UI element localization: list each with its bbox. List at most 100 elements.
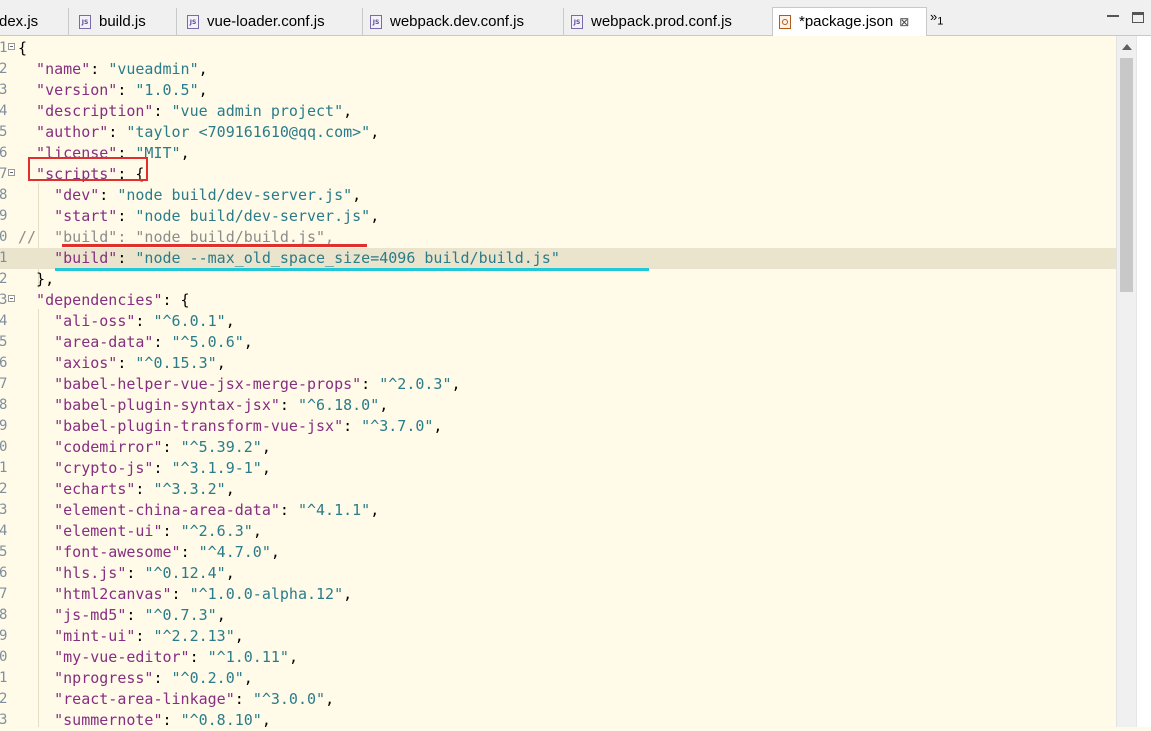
code-line[interactable]: 5 "font-awesome": "^4.7.0", bbox=[0, 542, 1116, 563]
code-text: { bbox=[18, 38, 27, 59]
tab-webpack-dev-conf-js[interactable]: webpack.dev.conf.js bbox=[362, 8, 563, 36]
code-line[interactable]: 3 "summernote": "^0.8.10", bbox=[0, 710, 1116, 731]
json-key: "start" bbox=[18, 207, 118, 225]
code-line[interactable]: 7 "scripts": { bbox=[0, 164, 1116, 185]
code-line[interactable]: 1{ bbox=[0, 38, 1116, 59]
code-line[interactable]: 2 "react-area-linkage": "^3.0.0", bbox=[0, 689, 1116, 710]
code-line[interactable]: 9 "babel-plugin-transform-vue-jsx": "^3.… bbox=[0, 416, 1116, 437]
tab-vue-loader-conf-js[interactable]: vue-loader.conf.js bbox=[176, 8, 362, 36]
line-number: 5 bbox=[0, 334, 8, 350]
json-key: "babel-helper-vue-jsx-merge-props" bbox=[18, 375, 362, 393]
punctuation: , bbox=[325, 690, 335, 708]
scroll-up-arrow-icon[interactable] bbox=[1122, 44, 1132, 50]
json-string: "^1.0.0-alpha.12" bbox=[189, 585, 344, 603]
tab-overflow-button[interactable]: »1 bbox=[930, 9, 943, 28]
punctuation: , bbox=[234, 627, 244, 645]
fold-toggle-icon[interactable] bbox=[8, 169, 15, 176]
vertical-scrollbar[interactable] bbox=[1116, 36, 1136, 727]
js-file-icon bbox=[79, 15, 91, 29]
tab-label: webpack.dev.conf.js bbox=[390, 13, 524, 30]
tab-webpack-prod-conf-js[interactable]: webpack.prod.conf.js bbox=[563, 8, 772, 36]
line-number: 5 bbox=[0, 124, 8, 140]
code-line[interactable]: 5 "author": "taylor <709161610@qq.com>", bbox=[0, 122, 1116, 143]
scrollbar-thumb[interactable] bbox=[1120, 58, 1133, 292]
code-editor[interactable]: 1{2 "name": "vueadmin", 3 "version": "1.0… bbox=[0, 36, 1116, 729]
editor-tab-bar: dex.js build.js vue-loader.conf.js webpa… bbox=[0, 0, 1151, 36]
code-line[interactable]: 1 "build": "node --max_old_space_size=40… bbox=[0, 248, 1116, 269]
code-line[interactable]: 7 "html2canvas": "^1.0.0-alpha.12", bbox=[0, 584, 1116, 605]
code-line[interactable]: 4 "element-ui": "^2.6.3", bbox=[0, 521, 1116, 542]
punctuation: : bbox=[135, 480, 154, 498]
line-number: 9 bbox=[0, 208, 8, 224]
line-number: 2 bbox=[0, 271, 8, 287]
json-key: "mint-ui" bbox=[18, 627, 136, 645]
json-key: "ali-oss" bbox=[18, 312, 136, 330]
code-line[interactable]: 9 "start": "node build/dev-server.js", bbox=[0, 206, 1116, 227]
json-string: "^0.12.4" bbox=[144, 564, 226, 582]
code-line[interactable]: 6 "hls.js": "^0.12.4", bbox=[0, 563, 1116, 584]
code-line[interactable]: 2 }, bbox=[0, 269, 1116, 290]
punctuation: : bbox=[171, 585, 190, 603]
maximize-button[interactable] bbox=[1132, 12, 1144, 23]
punctuation: : { bbox=[162, 291, 190, 309]
code-line[interactable]: 9 "mint-ui": "^2.2.13", bbox=[0, 626, 1116, 647]
code-line[interactable]: 8 "babel-plugin-syntax-jsx": "^6.18.0", bbox=[0, 395, 1116, 416]
json-key: "description" bbox=[18, 102, 154, 120]
code-text: "name": "vueadmin", bbox=[18, 59, 208, 80]
code-line[interactable]: 3 "dependencies": { bbox=[0, 290, 1116, 311]
line-number: 7 bbox=[0, 166, 8, 182]
code-line[interactable]: 8 "js-md5": "^0.7.3", bbox=[0, 605, 1116, 626]
tab-build-js[interactable]: build.js bbox=[68, 8, 176, 36]
punctuation: , bbox=[370, 501, 380, 519]
tab-label: *package.json bbox=[799, 13, 894, 30]
tab-index-js[interactable]: dex.js bbox=[0, 8, 68, 36]
json-key: "js-md5" bbox=[18, 606, 127, 624]
json-string: "vue admin project" bbox=[171, 102, 344, 120]
code-line[interactable]: 8 "dev": "node build/dev-server.js", bbox=[0, 185, 1116, 206]
punctuation: , bbox=[225, 564, 235, 582]
fold-toggle-icon[interactable] bbox=[8, 295, 15, 302]
code-text: "axios": "^0.15.3", bbox=[18, 353, 226, 374]
punctuation: , bbox=[370, 207, 380, 225]
code-line[interactable]: 1 "nprogress": "^0.2.0", bbox=[0, 668, 1116, 689]
code-line[interactable]: 3 "version": "1.0.5", bbox=[0, 80, 1116, 101]
json-string: "node --max_old_space_size=4096 build/bu… bbox=[135, 249, 560, 267]
code-line[interactable]: 7 "babel-helper-vue-jsx-merge-props": "^… bbox=[0, 374, 1116, 395]
line-number: 7 bbox=[0, 376, 8, 392]
code-line[interactable]: 3 "element-china-area-data": "^4.1.1", bbox=[0, 500, 1116, 521]
tab-package-json[interactable]: *package.json ⊠ bbox=[772, 7, 927, 36]
code-line[interactable]: 2 "echarts": "^3.3.2", bbox=[0, 479, 1116, 500]
punctuation: : bbox=[162, 711, 181, 729]
code-line[interactable]: 0 "my-vue-editor": "^1.0.11", bbox=[0, 647, 1116, 668]
code-line[interactable]: 5 "area-data": "^5.0.6", bbox=[0, 332, 1116, 353]
json-string: "^2.0.3" bbox=[379, 375, 452, 393]
code-line[interactable]: 4 "ali-oss": "^6.0.1", bbox=[0, 311, 1116, 332]
code-line[interactable]: 2 "name": "vueadmin", bbox=[0, 59, 1116, 80]
punctuation: : bbox=[153, 459, 172, 477]
code-text: "font-awesome": "^4.7.0", bbox=[18, 542, 280, 563]
code-text: "babel-plugin-transform-vue-jsx": "^3.7.… bbox=[18, 416, 442, 437]
punctuation: , bbox=[225, 480, 235, 498]
json-string: "^2.2.13" bbox=[153, 627, 235, 645]
punctuation: , bbox=[261, 711, 271, 729]
code-line[interactable]: 4 "description": "vue admin project", bbox=[0, 101, 1116, 122]
code-line[interactable]: 6 "axios": "^0.15.3", bbox=[0, 353, 1116, 374]
js-file-icon bbox=[370, 15, 382, 29]
code-line[interactable]: 0 "codemirror": "^5.39.2", bbox=[0, 437, 1116, 458]
js-file-icon bbox=[187, 15, 199, 29]
code-text: "codemirror": "^5.39.2", bbox=[18, 437, 271, 458]
close-tab-icon[interactable]: ⊠ bbox=[899, 13, 909, 31]
code-line[interactable]: 6 "license": "MIT", bbox=[0, 143, 1116, 164]
json-string: "^3.3.2" bbox=[153, 480, 226, 498]
fold-toggle-icon[interactable] bbox=[8, 43, 15, 50]
json-key: "build" bbox=[18, 249, 118, 267]
punctuation: : bbox=[189, 648, 208, 666]
code-line[interactable]: 1 "crypto-js": "^3.1.9-1", bbox=[0, 458, 1116, 479]
punctuation: , bbox=[243, 669, 253, 687]
punctuation: , bbox=[379, 396, 389, 414]
tab-label: vue-loader.conf.js bbox=[207, 13, 325, 30]
json-key: "dev" bbox=[18, 186, 100, 204]
minimize-button[interactable] bbox=[1107, 11, 1119, 17]
json-string: "^4.1.1" bbox=[297, 501, 371, 519]
code-text: }, bbox=[18, 269, 54, 290]
